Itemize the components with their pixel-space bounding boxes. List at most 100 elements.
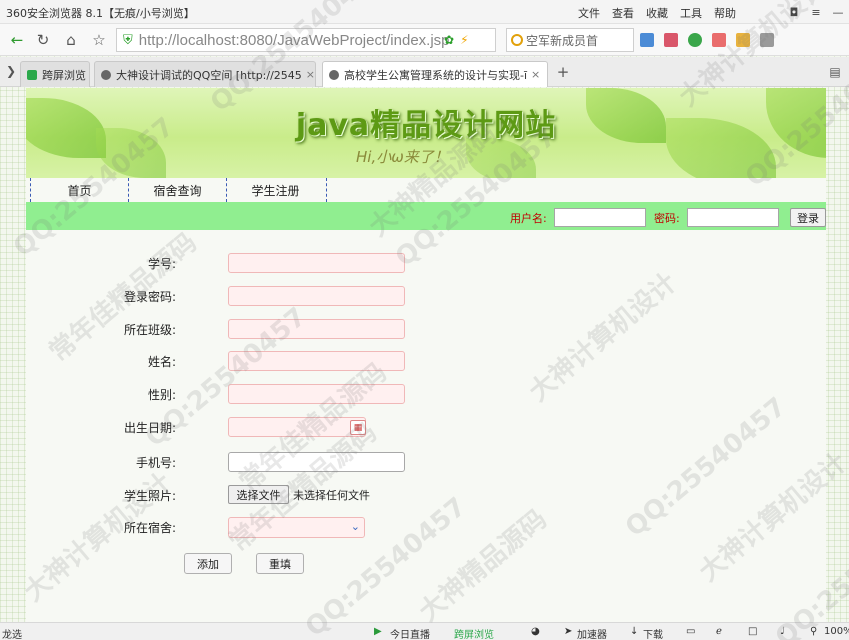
apps-icon[interactable] [640, 33, 654, 47]
extension-folder-icon[interactable] [736, 33, 750, 47]
history-icon[interactable]: ◕ [531, 626, 540, 637]
login-button[interactable]: 登录 [790, 208, 826, 227]
login-bar: 用户名: 密码: 登录 [26, 202, 826, 230]
reader-icon[interactable]: ▭ [686, 626, 695, 637]
class-input[interactable] [228, 319, 405, 339]
calendar-icon[interactable]: ▦ [350, 420, 366, 435]
close-icon[interactable]: × [531, 68, 540, 81]
birthdate-input[interactable] [228, 417, 366, 437]
volume-icon[interactable]: ♩ [780, 626, 785, 637]
close-icon[interactable]: × [306, 68, 315, 81]
accelerator-link[interactable]: 加速器 [577, 626, 607, 640]
window-icon[interactable]: □ [748, 626, 757, 637]
tab-label: 大神设计调试的QQ空间 [http://2545 [116, 68, 302, 82]
phone-input[interactable] [228, 452, 405, 472]
zoom-level[interactable]: 100% [824, 626, 849, 637]
browser-titlebar: 360安全浏览器 8.1【无痕/小号浏览】 文件 查看 收藏 工具 帮助 ◘ ≡… [0, 0, 849, 24]
tab-list-icon[interactable]: ▤ [824, 61, 846, 83]
chevron-down-icon: ⌄ [350, 520, 360, 533]
secure-icon[interactable]: ✿ [444, 33, 454, 47]
label-phone: 手机号: [135, 456, 176, 470]
label-class: 所在班级: [123, 323, 176, 337]
tab-nav-icon[interactable]: ❯ [0, 60, 22, 82]
web-page: java精品设计网站 Hi,小ω来了！ 首页 宿舍查询 学生注册 用户名: 密码… [26, 88, 826, 622]
page-icon [101, 69, 111, 80]
label-dorm: 所在宿舍: [123, 521, 176, 535]
lightning-icon[interactable]: ⚡ [460, 33, 468, 47]
tab-active-page[interactable]: 高校学生公寓管理系统的设计与实现-ī × [322, 61, 548, 87]
star-icon[interactable]: ☆ [88, 29, 110, 51]
tab-qq-space[interactable]: 大神设计调试的QQ空间 [http://2545 × [94, 61, 316, 87]
skin-icon[interactable]: ◘ [783, 0, 805, 24]
menu-item-view[interactable]: 查看 [612, 5, 634, 21]
menu-item-tools[interactable]: 工具 [680, 5, 702, 21]
window-controls: ◘ ≡ — [783, 0, 849, 24]
extension-pink-icon[interactable] [664, 33, 678, 47]
status-text: 龙选 [2, 630, 22, 640]
ie-icon[interactable]: ℯ [716, 626, 722, 637]
zoom-icon[interactable]: ⚲ [810, 626, 817, 637]
today-live-link[interactable]: 今日直播 [390, 626, 430, 640]
choose-file-button[interactable]: 选择文件 [228, 485, 289, 504]
rocket-icon[interactable]: ➤ [564, 626, 572, 637]
dorm-select[interactable]: ⌄ [228, 517, 365, 538]
site-title: java精品设计网站 [295, 108, 557, 143]
add-button[interactable]: 添加 [184, 553, 232, 574]
password-label: 密码: [654, 212, 680, 225]
search-box[interactable]: 空军新成员首 [506, 28, 634, 52]
menu-divider [326, 178, 327, 202]
label-gender: 性别: [147, 388, 176, 402]
extension-screenshot-icon[interactable] [760, 33, 774, 47]
download-icon[interactable]: ↓ [630, 626, 638, 637]
menu-item-help[interactable]: 帮助 [714, 5, 736, 21]
label-birthdate: 出生日期: [123, 421, 176, 435]
browser-title: 360安全浏览器 8.1【无痕/小号浏览】 [6, 7, 195, 20]
minimize-icon[interactable]: — [827, 0, 849, 24]
phone-icon [27, 69, 37, 80]
menu-item-favorites[interactable]: 收藏 [646, 5, 668, 21]
password-input[interactable] [687, 208, 779, 227]
address-bar[interactable]: ⛨ http://localhost:8080/JavaWebProject/i… [116, 28, 496, 52]
password-field[interactable] [228, 286, 405, 306]
extension-ad-icon[interactable] [712, 33, 726, 47]
menu-icon[interactable]: ≡ [805, 0, 827, 24]
cross-screen-link[interactable]: 跨屏浏览 [454, 626, 494, 640]
browser-menu: 文件 查看 收藏 工具 帮助 [578, 5, 736, 21]
site-menu: 首页 宿舍查询 学生注册 [26, 178, 826, 202]
file-status: 未选择任何文件 [293, 489, 370, 502]
reset-button[interactable]: 重填 [256, 553, 304, 574]
label-student-id: 学号: [147, 257, 176, 271]
label-password: 登录密码: [123, 290, 176, 304]
name-input[interactable] [228, 351, 405, 371]
page-icon [329, 69, 339, 80]
address-bar-icons: ✿ ⚡ [444, 33, 469, 47]
menu-student-register[interactable]: 学生注册 [226, 178, 324, 202]
username-input[interactable] [554, 208, 646, 227]
menu-dorm-query[interactable]: 宿舍查询 [128, 178, 226, 202]
label-name: 姓名: [147, 355, 176, 369]
leaf-decoration [466, 138, 536, 178]
download-link[interactable]: 下载 [643, 626, 663, 640]
tab-label: 跨屏浏览 [42, 68, 86, 82]
username-label: 用户名: [510, 212, 547, 225]
live-icon[interactable]: ▶ [374, 626, 382, 637]
new-tab-button[interactable]: + [552, 61, 574, 83]
home-icon[interactable]: ⌂ [60, 29, 82, 51]
gender-input[interactable] [228, 384, 405, 404]
refresh-icon[interactable]: ↻ [32, 29, 54, 51]
tab-cross-screen[interactable]: 跨屏浏览 [20, 61, 90, 87]
label-photo: 学生照片: [123, 489, 176, 503]
url-text[interactable]: http://localhost:8080/JavaWebProject/ind… [139, 32, 450, 49]
back-arrow-icon[interactable]: ← [6, 29, 28, 51]
browser-navbar: ← ↻ ⌂ ☆ ⛨ http://localhost:8080/JavaWebP… [0, 24, 849, 56]
extension-green-icon[interactable] [688, 33, 702, 47]
search-placeholder[interactable]: 空军新成员首 [526, 32, 598, 49]
site-subtitle: Hi,小ω来了！ [356, 148, 449, 166]
menu-home[interactable]: 首页 [30, 178, 128, 202]
menu-item-file[interactable]: 文件 [578, 5, 600, 21]
shield-icon: ⛨ [123, 32, 133, 48]
extension-icons [640, 33, 774, 47]
site-banner: java精品设计网站 Hi,小ω来了！ [26, 88, 826, 178]
student-id-input[interactable] [228, 253, 405, 273]
tab-bar: ❯ 跨屏浏览 大神设计调试的QQ空间 [http://2545 × 高校学生公寓… [0, 57, 849, 87]
